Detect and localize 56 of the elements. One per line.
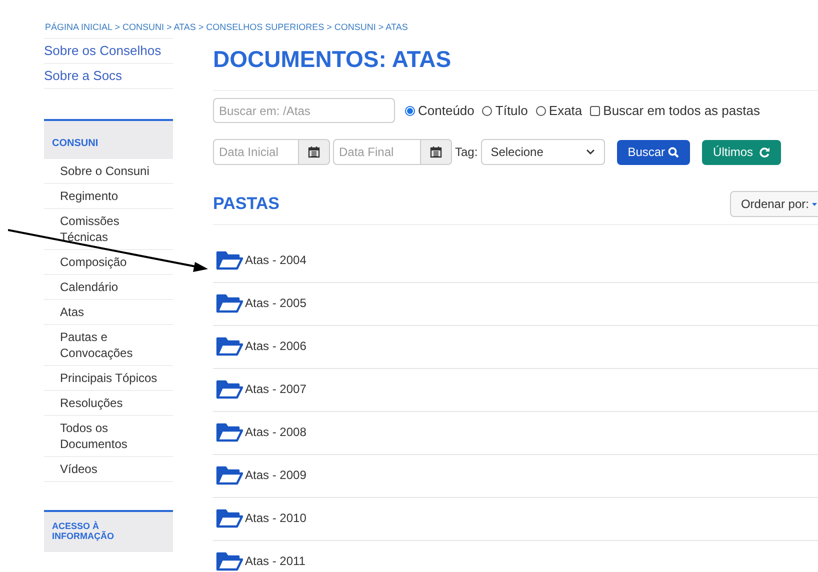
folder-link[interactable]: Atas - 2006 <box>245 337 306 355</box>
start-date-field[interactable]: Data Inicial <box>213 139 299 165</box>
sidebar-item[interactable]: Vídeos <box>60 461 160 477</box>
sidebar-link[interactable]: Sobre a Socs <box>44 66 122 86</box>
sidebar-heading: CONSUNI <box>52 138 98 149</box>
folder-link[interactable]: Atas - 2007 <box>245 380 306 398</box>
sidebar-item[interactable]: Composição <box>60 254 160 270</box>
folder-link[interactable]: Atas - 2005 <box>245 294 306 312</box>
folder-icon <box>216 551 243 571</box>
radio-button[interactable] <box>536 106 546 116</box>
sidebar-link[interactable]: Sobre os Conselhos <box>44 41 162 61</box>
sidebar-item[interactable]: Regimento <box>60 188 160 204</box>
sidebar-item[interactable]: Calendário <box>60 279 160 295</box>
folder-icon <box>216 250 243 270</box>
sidebar-heading: ACESSO À INFORMAÇÃO <box>52 521 115 541</box>
radio-label[interactable]: Conteúdo <box>418 100 474 120</box>
checkbox[interactable] <box>590 106 600 116</box>
tag-select[interactable]: Selecione <box>480 139 605 165</box>
sidebar-item[interactable]: Sobre o Consuni <box>60 163 160 179</box>
sidebar-item[interactable]: Resoluções <box>60 395 160 411</box>
sidebar-item[interactable]: Comissões Técnicas <box>60 213 160 245</box>
sidebar-item[interactable]: Pautas e Convocações <box>60 329 160 361</box>
folder-link[interactable]: Atas - 2009 <box>245 466 306 484</box>
folder-link[interactable]: Atas - 2010 <box>245 509 306 527</box>
sidebar-item[interactable]: Atas <box>60 304 160 320</box>
radio-label[interactable]: Exata <box>548 100 582 120</box>
sort-button[interactable]: Ordenar por: <box>730 191 818 217</box>
sidebar-item[interactable]: Todos os Documentos <box>60 420 160 452</box>
calendar-icon[interactable] <box>421 139 452 165</box>
folder-icon <box>216 422 243 442</box>
latest-button[interactable]: Últimos <box>702 140 782 164</box>
folder-icon <box>216 336 243 356</box>
folder-icon <box>216 379 243 399</box>
folder-link[interactable]: Atas - 2008 <box>245 423 306 441</box>
folder-icon <box>216 508 243 528</box>
search-field[interactable]: Buscar em: /Atas <box>213 98 395 123</box>
checkbox-label[interactable]: Buscar em todos as pastas <box>603 100 760 120</box>
radio-label[interactable]: Título <box>495 100 528 120</box>
search-icon <box>668 146 680 158</box>
folder-icon <box>216 293 243 313</box>
folder-link[interactable]: Atas - 2004 <box>245 251 306 269</box>
folder-icon <box>216 465 243 485</box>
chevron-icon <box>586 149 595 155</box>
calendar-icon[interactable] <box>299 139 330 165</box>
tag-label: Tag: <box>455 144 478 161</box>
section-heading: PASTAS <box>213 193 280 216</box>
folder-link[interactable]: Atas - 2011 <box>245 552 306 570</box>
caret-icon <box>812 202 817 206</box>
page-title: DOCUMENTOS: ATAS <box>213 45 452 74</box>
radio-button[interactable] <box>482 106 492 116</box>
sidebar-item[interactable]: Principais Tópicos <box>60 370 160 386</box>
radio-button[interactable] <box>405 106 415 116</box>
refresh-icon <box>759 146 770 158</box>
search-button[interactable]: Buscar <box>616 140 690 164</box>
breadcrumb[interactable]: PÁGINA INICIAL > CONSUNI > ATAS > CONSELHOS SUPERIORES > CONSUNI > ATAS <box>45 22 408 32</box>
end-date-field[interactable]: Data Final <box>333 139 421 165</box>
